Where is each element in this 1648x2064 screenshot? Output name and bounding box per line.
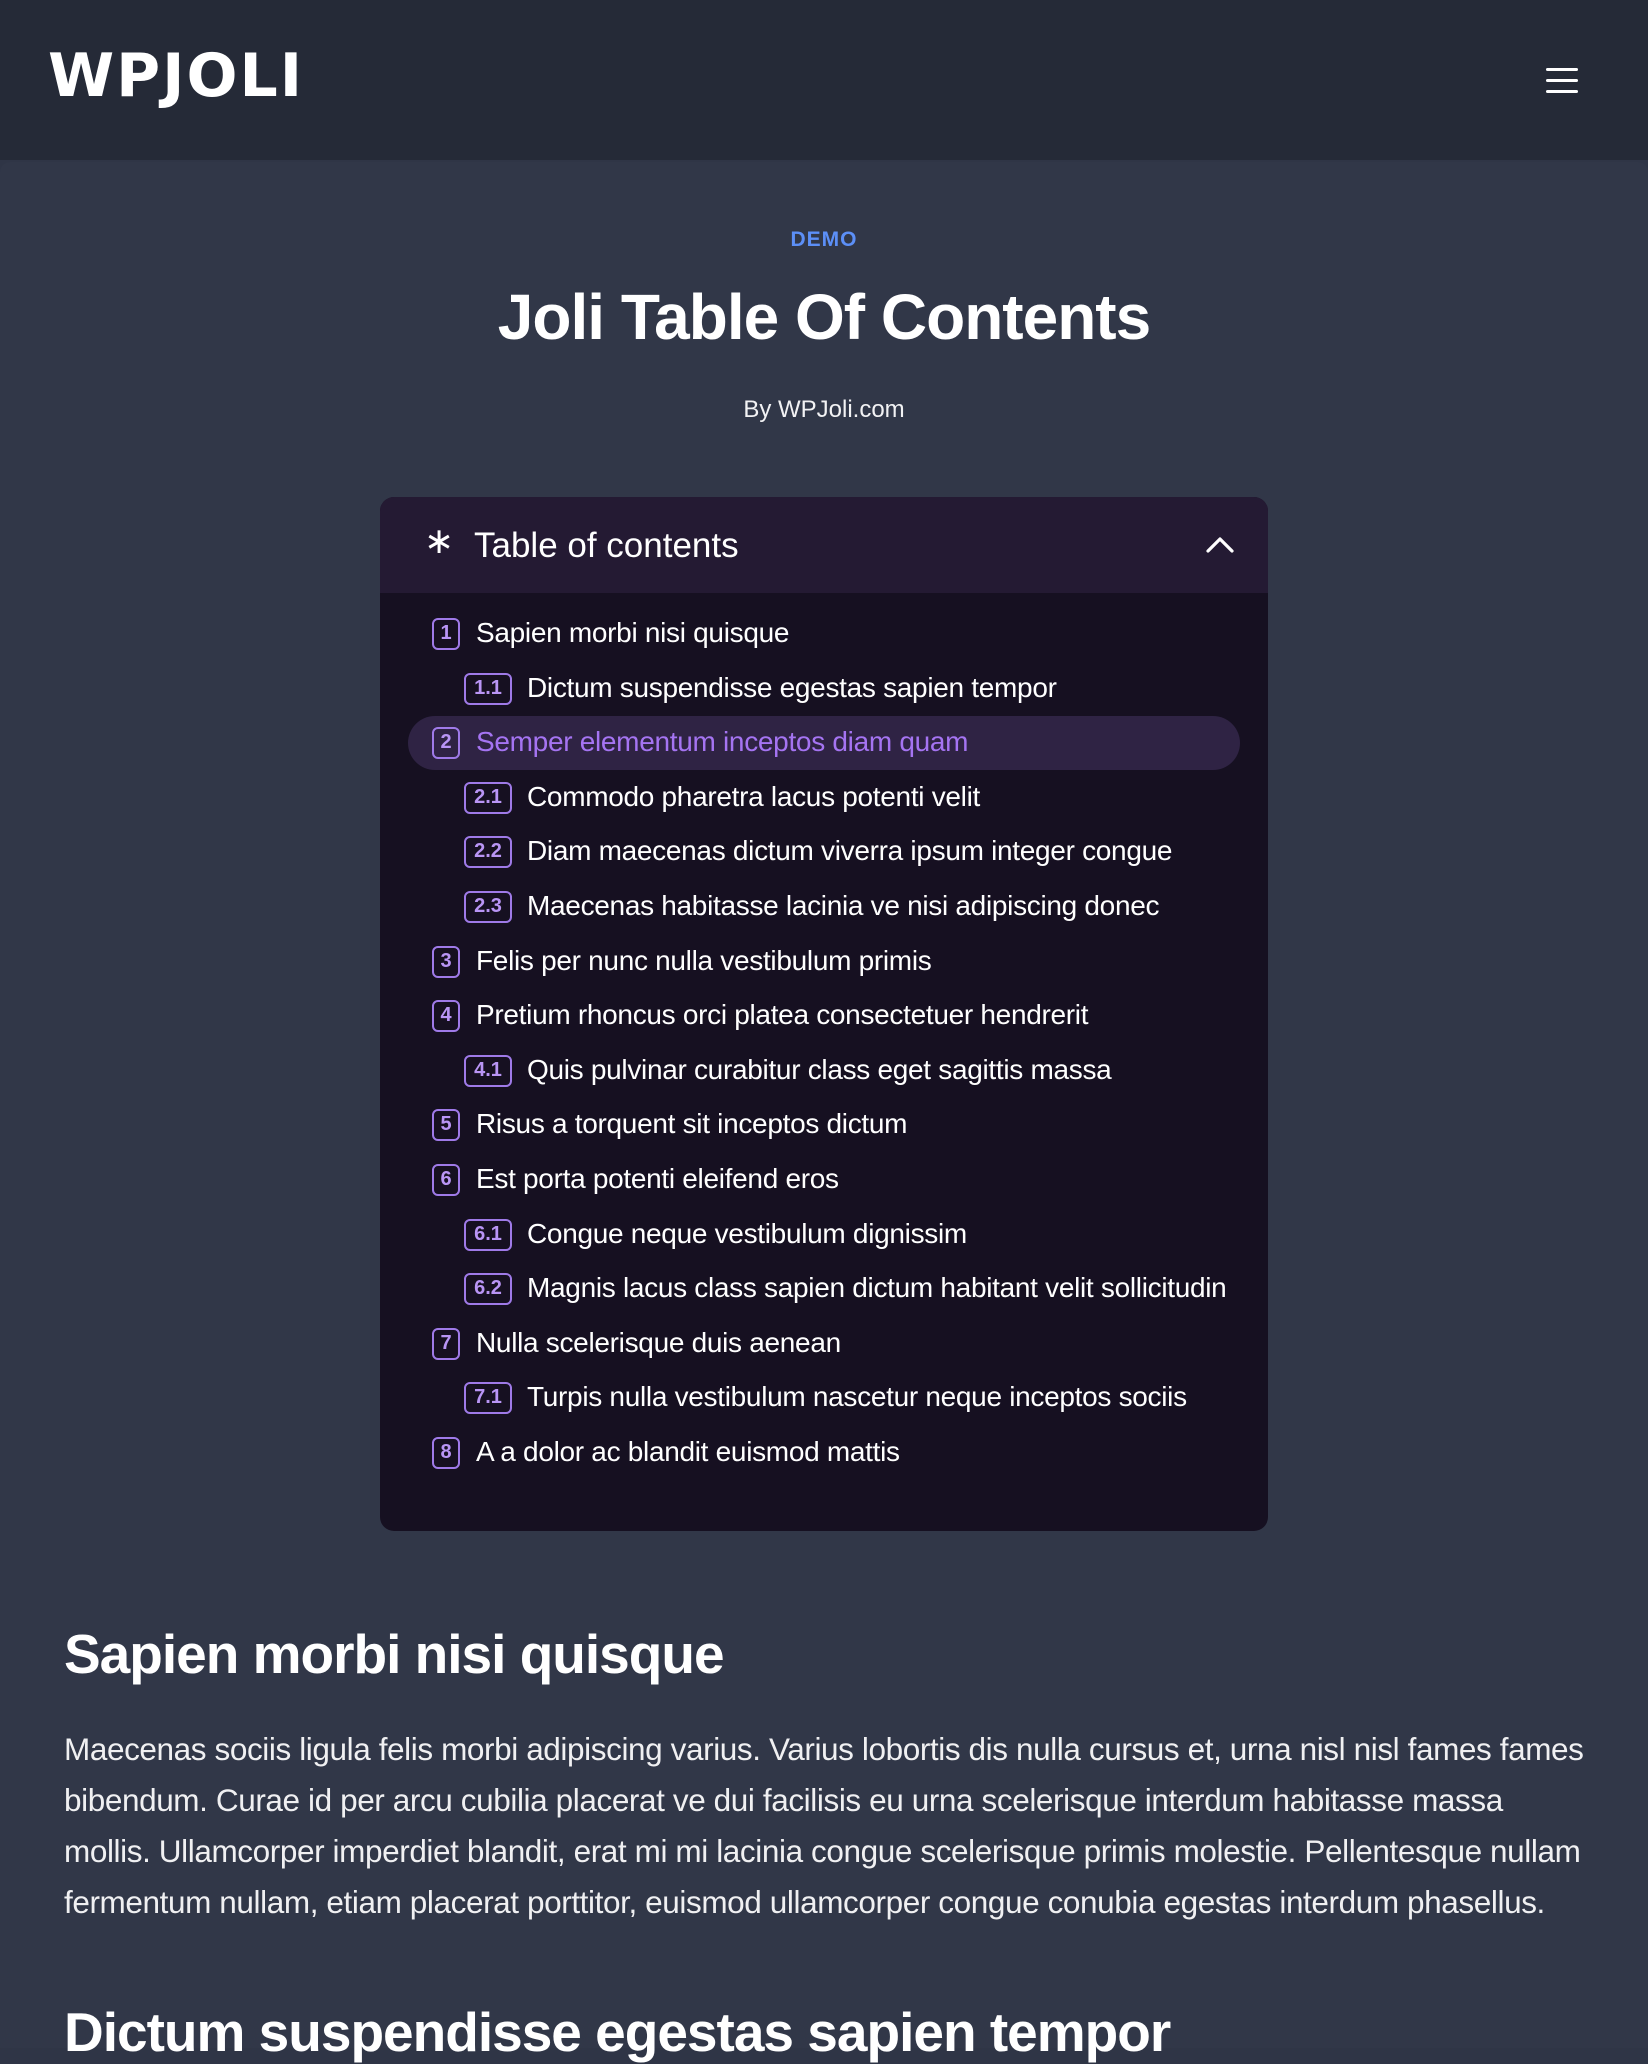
toc-item-number: 6	[432, 1164, 460, 1196]
toc-item-number: 2.3	[464, 891, 512, 923]
byline: By WPJoli.com	[743, 396, 905, 423]
toc-item[interactable]: 7.1 Turpis nulla vestibulum nascetur nequ…	[380, 1373, 1268, 1425]
main-content: DEMO Joli Table Of Contents By WPJoli.co…	[0, 162, 1648, 2063]
toc-item-label: Congue neque vestibulum dignissim	[527, 1217, 967, 1249]
toc-item[interactable]: 3 Felis per nunc nulla vestibulum primis	[380, 937, 1268, 989]
toc-item[interactable]: 2.1 Commodo pharetra lacus potenti velit	[380, 773, 1268, 825]
toc-item-label: Maecenas habitasse lacinia ve nisi adipi…	[527, 890, 1160, 921]
toc-item-label: Sapien morbi nisi quisque	[476, 617, 790, 648]
toc-item-number: 2.1	[464, 781, 512, 814]
toc-item-label: Magnis lacus class sapien dictum habitan…	[527, 1272, 1227, 1304]
toc-item-label: Risus a torquent sit inceptos dictum	[476, 1108, 908, 1140]
toc-item[interactable]: 6 Est porta potenti eleifend eros	[380, 1155, 1268, 1207]
toc-item-number: 1.1	[464, 672, 512, 705]
toc-item-number: 6.2	[464, 1273, 512, 1306]
toc-item[interactable]: 4.1 Quis pulvinar curabitur class eget sa…	[380, 1046, 1268, 1098]
toc-item-label: Quis pulvinar curabitur class eget sagit…	[527, 1053, 1112, 1085]
toc-header[interactable]: ∗ Table of contents	[380, 497, 1268, 593]
toc-item-label: Pretium rhoncus orci platea consectetuer…	[476, 999, 1089, 1031]
toc-item-number: 2	[432, 727, 460, 760]
toc-item-number: 3	[432, 945, 460, 978]
toc-item-number: 5	[432, 1109, 460, 1142]
toc-item[interactable]: 7 Nulla scelerisque duis aenean	[380, 1319, 1268, 1371]
section-heading: Dictum suspendisse egestas sapien tempor	[64, 2001, 1171, 2063]
toc-item[interactable]: 6.1 Congue neque vestibulum dignissim	[380, 1210, 1268, 1262]
toc-item-number: 7.1	[464, 1382, 512, 1415]
toc-item-label: Dictum suspendisse egestas sapien tempor	[527, 671, 1057, 703]
toc-item-number: 7	[432, 1327, 460, 1360]
page-title: Joli Table Of Contents	[497, 281, 1151, 353]
toc-item-label: Est porta potenti eleifend eros	[476, 1163, 839, 1194]
toc-item[interactable]: 2 Semper elementum inceptos diam quam	[380, 716, 1268, 771]
toc-item[interactable]: 6.2 Magnis lacus class sapien dictum habi…	[380, 1264, 1268, 1316]
toc-item-number: 8	[432, 1437, 460, 1469]
toc-item[interactable]: 2.2 Diam maecenas dictum viverra ipsum in…	[380, 827, 1268, 879]
toc-item[interactable]: 1 Sapien morbi nisi quisque	[380, 609, 1268, 661]
toc-item-number: 1	[432, 618, 460, 650]
toc-item[interactable]: 4 Pretium rhoncus orci platea consectetue…	[380, 991, 1268, 1043]
toc-item-label: Felis per nunc nulla vestibulum primis	[476, 944, 932, 976]
site-logo[interactable]: WPJOLI	[48, 36, 302, 106]
section-body: Maecenas sociis ligula felis morbi adipi…	[64, 1731, 1584, 1920]
toc-item-label: Diam maecenas dictum viverra ipsum integ…	[527, 835, 1173, 867]
toc-item-number: 2.2	[464, 836, 512, 869]
toc-item[interactable]: 8 A a dolor ac blandit euismod mattis	[380, 1428, 1268, 1480]
toc-item-label: Nulla scelerisque duis aenean	[476, 1326, 841, 1358]
site-header: WPJOLI	[0, 0, 1648, 160]
category-label[interactable]: DEMO	[0, 228, 1648, 252]
chevron-up-icon[interactable]	[1200, 527, 1240, 563]
table-of-contents: ∗ Table of contents 1 Sapien morbi nisi q…	[380, 497, 1268, 1531]
toc-item-label: Commodo pharetra lacus potenti velit	[527, 780, 980, 812]
toc-item-label: A a dolor ac blandit euismod mattis	[476, 1436, 900, 1467]
toc-item-number: 6.1	[464, 1218, 512, 1251]
logo-text: WPJOLI	[48, 41, 305, 111]
toc-item[interactable]: 1.1 Dictum suspendisse egestas sapien tem…	[380, 664, 1268, 716]
toc-item-number: 4	[432, 1000, 460, 1033]
toc-item-label: Turpis nulla vestibulum nascetur neque i…	[527, 1381, 1187, 1413]
toc-item[interactable]: 5 Risus a torquent sit inceptos dictum	[380, 1100, 1268, 1152]
hamburger-menu-icon[interactable]	[1540, 62, 1586, 100]
toc-item-number: 4.1	[464, 1054, 512, 1087]
asterisk-icon: ∗	[424, 520, 455, 561]
section-heading: Sapien morbi nisi quisque	[64, 1623, 725, 1685]
toc-item[interactable]: 2.3 Maecenas habitasse lacinia ve nisi ad…	[380, 882, 1268, 934]
toc-title: Table of contents	[474, 526, 739, 565]
toc-item-label: Semper elementum inceptos diam quam	[476, 726, 969, 758]
